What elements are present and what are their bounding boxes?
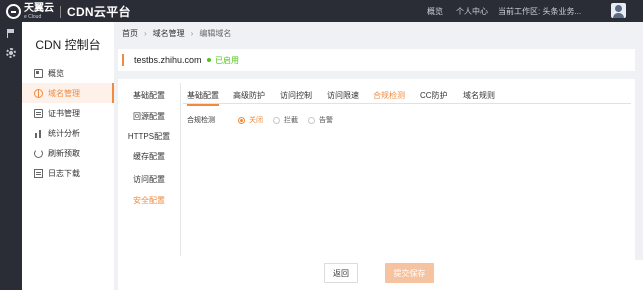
config-nav-access[interactable]: 访问配置: [118, 174, 180, 185]
sidebar-item-log-download[interactable]: 日志下载: [22, 163, 114, 183]
panel-divider: [180, 83, 181, 256]
logo-name: 天翼云: [24, 2, 54, 14]
config-nav-https[interactable]: HTTPS配置: [118, 131, 180, 142]
top-link-overview[interactable]: 概览: [427, 6, 443, 17]
brand-logo[interactable]: 天翼云 e Cloud CDN云平台: [6, 3, 131, 20]
refresh-icon: [34, 148, 43, 158]
tab-rate-limit[interactable]: 访问限速: [327, 90, 359, 101]
sidebar-item-domain-management[interactable]: 域名管理: [22, 83, 114, 103]
platform-name: CDN云平台: [67, 5, 131, 19]
sidebar-item-label: 概览: [48, 68, 64, 78]
back-button[interactable]: 返回: [324, 263, 358, 283]
radio-block[interactable]: 拦截: [273, 115, 298, 125]
sidebar-item-refresh-prefetch[interactable]: 刷新预取: [22, 143, 114, 163]
config-nav-cache[interactable]: 缓存配置: [118, 151, 180, 162]
sidebar-item-label: 日志下载: [48, 168, 80, 178]
breadcrumb-current: 编辑域名: [199, 29, 232, 38]
logo-divider: [60, 5, 61, 18]
breadcrumb-domain-management[interactable]: 域名管理: [153, 28, 185, 39]
radio-alert[interactable]: 告警: [308, 115, 333, 125]
sidebar-item-label: 域名管理: [48, 88, 80, 98]
sidebar-item-overview[interactable]: 概览: [22, 63, 114, 83]
tab-domain-rules[interactable]: 域名规则: [463, 90, 495, 101]
domain-header: testbs.zhihu.com 已启用: [118, 49, 635, 71]
radio-unselected-icon: [308, 116, 315, 124]
logo-subtitle: e Cloud: [24, 13, 42, 20]
tab-cc-protection[interactable]: CC防护: [420, 90, 448, 101]
overview-icon: [34, 68, 43, 78]
tab-access-control[interactable]: 访问控制: [280, 90, 312, 101]
breadcrumb-separator-icon: ›: [190, 29, 194, 38]
top-link-profile[interactable]: 个人中心: [456, 6, 488, 17]
config-nav-basic[interactable]: 基础配置: [118, 90, 180, 101]
status-dot-icon: [207, 58, 211, 62]
domain-icon: [34, 88, 43, 98]
config-nav-origin[interactable]: 回源配置: [118, 111, 180, 122]
security-tabs: 基础配置 高级防护 访问控制 访问限速 合规检测 CC防护 域名规则: [183, 88, 631, 106]
gear-icon[interactable]: [6, 48, 16, 58]
stats-icon: [34, 129, 43, 138]
status-badge: 已启用: [215, 56, 239, 65]
sidebar-item-label: 证书管理: [48, 108, 80, 118]
workspace-selector[interactable]: 当前工作区: 头条业务...: [498, 6, 581, 17]
submit-button[interactable]: 提交保存: [385, 263, 434, 283]
top-bar: 天翼云 e Cloud CDN云平台 概览 个人中心 当前工作区: 头条业务..…: [0, 0, 643, 22]
tab-compliance[interactable]: 合规检测: [373, 90, 405, 101]
tab-advanced-protection[interactable]: 高级防护: [233, 90, 265, 101]
cloud-logo-icon: [6, 4, 21, 19]
radio-off[interactable]: 关闭: [238, 115, 263, 125]
config-panel: 基础配置 回源配置 HTTPS配置 缓存配置 访问配置 安全配置 基础配置 高级…: [118, 79, 635, 260]
breadcrumb: 首页 › 域名管理 › 编辑域名: [122, 28, 231, 39]
radio-selected-icon: [238, 116, 245, 124]
sidebar-item-certificates[interactable]: 证书管理: [22, 103, 114, 123]
sidebar-item-statistics[interactable]: 统计分析: [22, 123, 114, 143]
domain-name: testbs.zhihu.com: [134, 55, 202, 65]
radio-unselected-icon: [273, 116, 280, 124]
compliance-field-label: 合规检测: [187, 117, 215, 124]
breadcrumb-separator-icon: ›: [144, 29, 147, 38]
sidebar: CDN 控制台 概览 域名管理 证书管理 统计分析 刷新预取 日志下载: [22, 22, 114, 290]
breadcrumb-home[interactable]: 首页: [122, 28, 138, 39]
certificate-icon: [34, 108, 43, 118]
config-nav-security[interactable]: 安全配置: [118, 195, 180, 206]
console-title: CDN 控制台: [35, 38, 101, 52]
accent-bar: [122, 54, 124, 66]
log-icon: [34, 168, 43, 178]
user-avatar[interactable]: [611, 3, 626, 18]
tab-basic[interactable]: 基础配置: [187, 90, 219, 106]
icon-rail: [0, 22, 22, 290]
action-footer: 返回 提交保存: [118, 260, 643, 290]
flag-icon[interactable]: [7, 29, 15, 38]
